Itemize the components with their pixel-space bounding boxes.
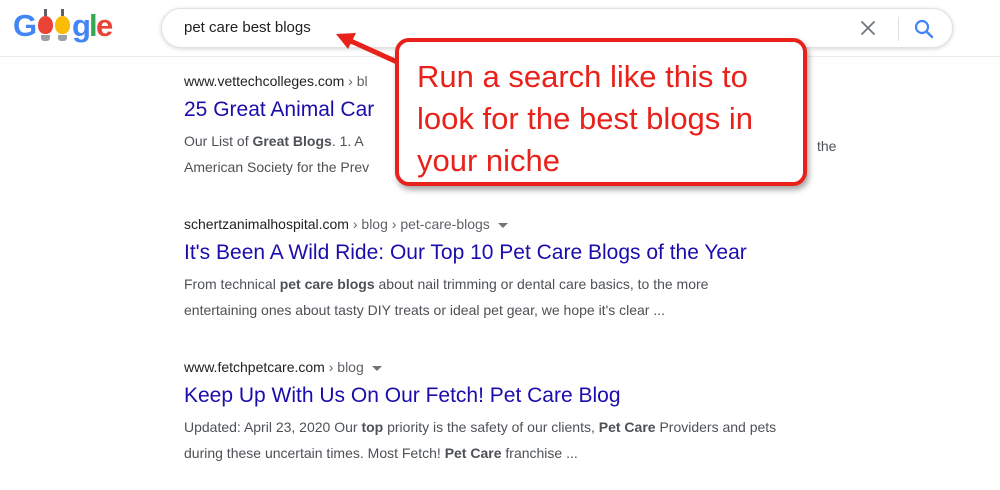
logo-letter-g: g [72, 8, 91, 43]
snippet-text: Our List of [184, 133, 253, 149]
snippet-bold: Pet Care [444, 445, 502, 461]
snippet-text: priority is the safety of our clients, [383, 419, 599, 435]
result-breadcrumb: › blog › pet-care-blogs [348, 216, 490, 232]
logo-letter-e: e [96, 8, 113, 43]
callout-line: Run a search like this to [417, 59, 748, 94]
result-title-link[interactable]: It's Been A Wild Ride: Our Top 10 Pet Ca… [184, 239, 884, 267]
callout-line: your niche [417, 143, 561, 178]
chevron-down-icon[interactable] [497, 222, 508, 228]
snippet-text: franchise ... [501, 445, 578, 461]
result-domain: schertzanimalhospital.com [184, 216, 349, 232]
callout-line: look for the best blogs in [417, 101, 754, 136]
result-breadcrumb: › blog [324, 359, 364, 375]
result-domain: www.vettechcolleges.com [184, 73, 345, 89]
snippet-text: during these uncertain times. Most Fetch… [184, 445, 445, 461]
snippet-bold: pet care blogs [279, 276, 375, 292]
close-icon [861, 21, 875, 35]
lightbulb-icon [55, 9, 70, 41]
snippet-tail-text: the [817, 138, 837, 154]
search-submit-button[interactable] [912, 17, 936, 41]
snippet-text: about nail trimming or dental care basic… [374, 276, 709, 292]
snippet-text: entertaining ones about tasty DIY treats… [184, 302, 666, 318]
search-result: schertzanimalhospital.com › blog › pet-c… [184, 214, 884, 323]
search-icon [914, 19, 934, 39]
result-title-link[interactable]: Keep Up With Us On Our Fetch! Pet Care B… [184, 382, 884, 410]
annotation-callout: Run a search like this to look for the b… [395, 38, 807, 186]
result-snippet: From technical pet care blogs about nail… [184, 271, 884, 323]
logo-letter-G: G [13, 8, 37, 43]
chevron-down-icon[interactable] [371, 365, 382, 371]
snippet-text: Providers and pets [655, 419, 777, 435]
result-domain: www.fetchpetcare.com [184, 359, 325, 375]
clear-search-button[interactable] [858, 18, 878, 38]
lightbulb-icon [38, 9, 53, 41]
snippet-text: From technical [184, 276, 280, 292]
snippet-bold: Great Blogs [252, 133, 332, 149]
search-result: www.fetchpetcare.com › blog Keep Up With… [184, 357, 884, 466]
snippet-text: Updated: April 23, 2020 Our [184, 419, 362, 435]
snippet-bold: top [361, 419, 384, 435]
search-divider [898, 17, 899, 41]
snippet-text: American Society for the Prev [184, 159, 370, 175]
result-cite[interactable]: www.fetchpetcare.com › blog [184, 357, 884, 377]
result-snippet: Updated: April 23, 2020 Our top priority… [184, 414, 884, 466]
result-cite[interactable]: schertzanimalhospital.com › blog › pet-c… [184, 214, 884, 234]
google-logo[interactable]: G g l e [13, 6, 113, 48]
snippet-text: . 1. A [331, 133, 364, 149]
snippet-bold: Pet Care [598, 419, 656, 435]
